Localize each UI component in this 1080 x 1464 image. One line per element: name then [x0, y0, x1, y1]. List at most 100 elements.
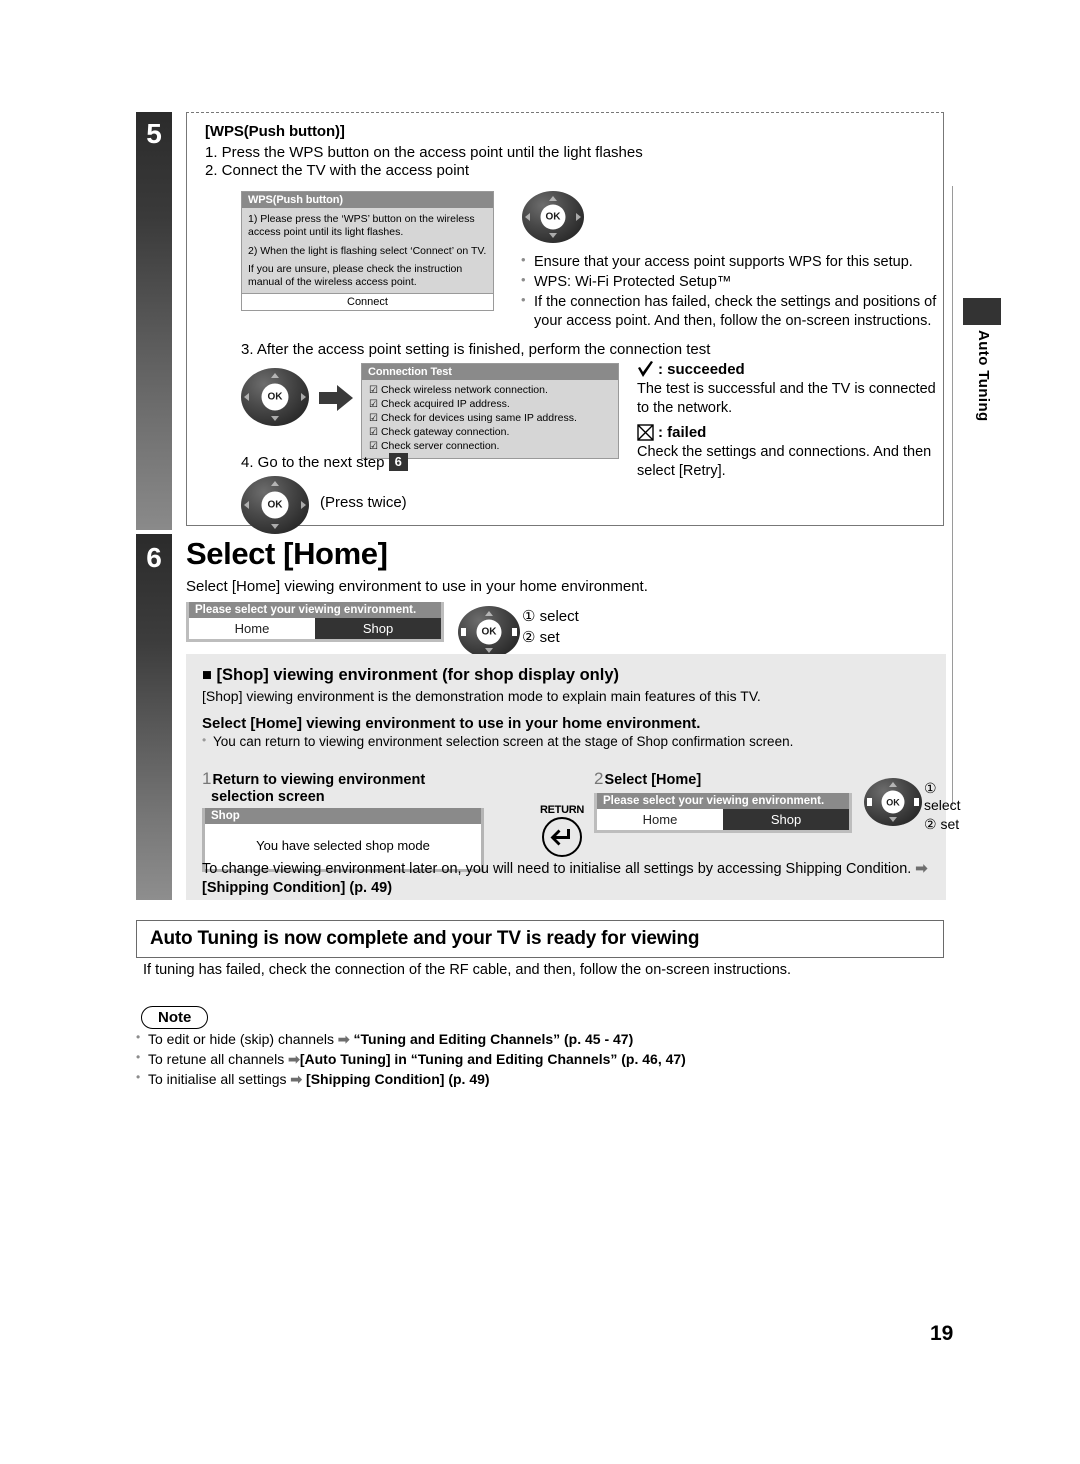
wps-step-2-text: 2) When the light is flashing select ‘Co…	[248, 244, 487, 257]
selector-2-options: Home Shop	[597, 809, 849, 830]
connect-button[interactable]: Connect	[242, 292, 493, 310]
selector-header: Please select your viewing environment.	[189, 602, 441, 618]
connection-test-results: : succeeded The test is successful and t…	[637, 361, 947, 487]
shop-environment-panel: ■ [Shop] viewing environment (for shop d…	[186, 654, 961, 900]
side-tab-marker	[963, 298, 1001, 325]
arrow-right-icon: ➡	[288, 1050, 300, 1067]
dpad-ok-button[interactable]: OK	[261, 383, 289, 411]
step-5-note-1: Ensure that your access point supports W…	[521, 252, 941, 272]
option-shop[interactable]: Shop	[315, 618, 441, 639]
right-arrow-icon	[319, 385, 353, 411]
shop-panel-footer: To change viewing environment later on, …	[202, 861, 928, 896]
dpad-ok-button[interactable]: OK	[881, 790, 905, 814]
step-5-line-4: 4. Go to the next step 6	[241, 453, 408, 471]
dpad-right-arrow-icon[interactable]	[300, 393, 306, 401]
step-6-badge: 6	[136, 534, 172, 900]
note-link[interactable]: [Auto Tuning] in “Tuning and Editing Cha…	[300, 1051, 686, 1067]
checkbox-checked-icon: ☑	[369, 398, 378, 410]
step-6-subtitle: Select [Home] viewing environment to use…	[186, 578, 648, 595]
dpad-left-arrow-icon[interactable]	[866, 798, 872, 806]
dpad-down-arrow-icon[interactable]	[271, 523, 279, 529]
wps-step-1-text: 1) Please press the ‘WPS’ button on the …	[248, 213, 475, 238]
step-5-badge: 5	[136, 112, 172, 530]
dpad-right-arrow-icon[interactable]	[300, 501, 306, 509]
dpad-up-arrow-icon[interactable]	[889, 782, 897, 788]
dpad-left-arrow-icon[interactable]	[244, 501, 250, 509]
step-6-callout-2: ① select ② set	[924, 780, 961, 836]
callout-2-select: ① select	[924, 780, 961, 813]
dpad-up-arrow-icon[interactable]	[549, 195, 557, 201]
press-twice-label: (Press twice)	[320, 494, 407, 511]
shop-dialog-title: Shop	[205, 808, 481, 824]
connection-test-item: ☑ Check gateway connection.	[369, 425, 510, 438]
dpad-down-arrow-icon[interactable]	[271, 415, 279, 421]
next-step-chip: 6	[388, 453, 408, 471]
dpad-right-arrow-icon[interactable]	[575, 213, 581, 221]
connection-test-item: ☑ Check for devices using same IP address…	[369, 411, 577, 424]
shipping-condition-link[interactable]: [Shipping Condition] (p. 49)	[202, 880, 392, 896]
return-arrow-icon[interactable]	[541, 816, 583, 858]
dpad-remote-icon-5[interactable]: OK	[864, 778, 922, 826]
note-link[interactable]: “Tuning and Editing Channels” (p. 45 - 4…	[350, 1031, 633, 1047]
option-shop-2[interactable]: Shop	[723, 809, 849, 830]
option-home[interactable]: Home	[189, 618, 315, 639]
return-button-icon[interactable]: RETURN	[538, 804, 586, 863]
connection-test-item: ☑ Check acquired IP address.	[369, 397, 510, 410]
checkbox-checked-icon: ☑	[369, 426, 378, 438]
wps-note-text: If you are unsure, please check the inst…	[248, 263, 463, 289]
shop-panel-heading: ■ [Shop] viewing environment (for shop d…	[202, 666, 619, 684]
connection-test-title: Connection Test	[362, 364, 618, 380]
step-5-section: 5 [WPS(Push button)] 1. Press the WPS bu…	[136, 112, 947, 534]
dpad-remote-icon[interactable]: OK	[522, 191, 584, 243]
step-5-note-3: If the connection has failed, check the …	[521, 292, 941, 331]
dpad-left-arrow-icon[interactable]	[461, 628, 467, 636]
selector-2-header: Please select your viewing environment.	[597, 793, 849, 809]
completion-banner: Auto Tuning is now complete and your TV …	[136, 920, 944, 958]
note-item: To initialise all settings ➡ [Shipping C…	[136, 1069, 916, 1090]
dpad-down-arrow-icon[interactable]	[889, 816, 897, 822]
note-list: To edit or hide (skip) channels ➡ “Tunin…	[136, 1029, 916, 1090]
dpad-ok-button[interactable]: OK	[261, 491, 289, 519]
connection-test-dialog: Connection Test ☑ Check wireless network …	[361, 363, 619, 459]
dpad-up-arrow-icon[interactable]	[271, 373, 279, 379]
dpad-remote-icon-4[interactable]: OK	[458, 606, 520, 658]
dpad-right-arrow-icon[interactable]	[511, 628, 517, 636]
selector-options: Home Shop	[189, 618, 441, 639]
connection-test-list: ☑ Check wireless network connection. ☑ Che…	[362, 380, 618, 458]
shop-col-2-number: 2	[594, 769, 604, 788]
option-home-2[interactable]: Home	[597, 809, 723, 830]
page-title: Select [Home]	[186, 536, 388, 571]
note-link[interactable]: [Shipping Condition] (p. 49)	[302, 1071, 490, 1087]
dpad-remote-icon-3[interactable]: OK	[241, 476, 309, 534]
shop-col-1-number: 1	[202, 769, 212, 788]
arrow-right-icon: ➡	[915, 861, 928, 877]
side-tab-label: Auto Tuning	[975, 330, 992, 422]
dpad-down-arrow-icon[interactable]	[485, 648, 493, 654]
arrow-right-icon: ➡	[337, 1031, 350, 1047]
step-5-heading: [WPS(Push button)]	[205, 123, 345, 140]
viewing-environment-selector-2: Please select your viewing environment. …	[594, 793, 852, 833]
dpad-remote-icon-2[interactable]: OK	[241, 368, 309, 426]
result-failed-text: Check the settings and connections. And …	[637, 444, 932, 479]
dpad-ok-button[interactable]: OK	[540, 204, 566, 230]
return-label: RETURN	[539, 804, 585, 816]
step-5-note-2: WPS: Wi-Fi Protected Setup™	[521, 272, 941, 292]
callout-set: ② set	[522, 629, 560, 646]
callout-select: ① select	[522, 608, 579, 625]
result-succeeded-text: The test is successful and the TV is con…	[637, 381, 936, 416]
dpad-left-arrow-icon[interactable]	[244, 393, 250, 401]
checkbox-checked-icon: ☑	[369, 412, 378, 424]
connection-test-item: ☑ Check server connection.	[369, 439, 500, 452]
shop-col-2: 2Select [Home] Please select your viewin…	[594, 769, 854, 833]
dpad-up-arrow-icon[interactable]	[485, 610, 493, 616]
wps-dialog: WPS(Push button) 1) Please press the ‘WP…	[241, 191, 494, 311]
dpad-right-arrow-icon[interactable]	[914, 798, 920, 806]
wps-dialog-body: 1) Please press the ‘WPS’ button on the …	[242, 208, 493, 293]
dpad-left-arrow-icon[interactable]	[525, 213, 531, 221]
dpad-down-arrow-icon[interactable]	[549, 233, 557, 239]
shop-panel-bullet: You can return to viewing environment se…	[202, 733, 930, 749]
callout-2-set: ② set	[924, 816, 960, 832]
dpad-ok-button[interactable]: OK	[476, 619, 502, 645]
dpad-up-arrow-icon[interactable]	[271, 481, 279, 487]
wps-dialog-title: WPS(Push button)	[242, 192, 493, 208]
